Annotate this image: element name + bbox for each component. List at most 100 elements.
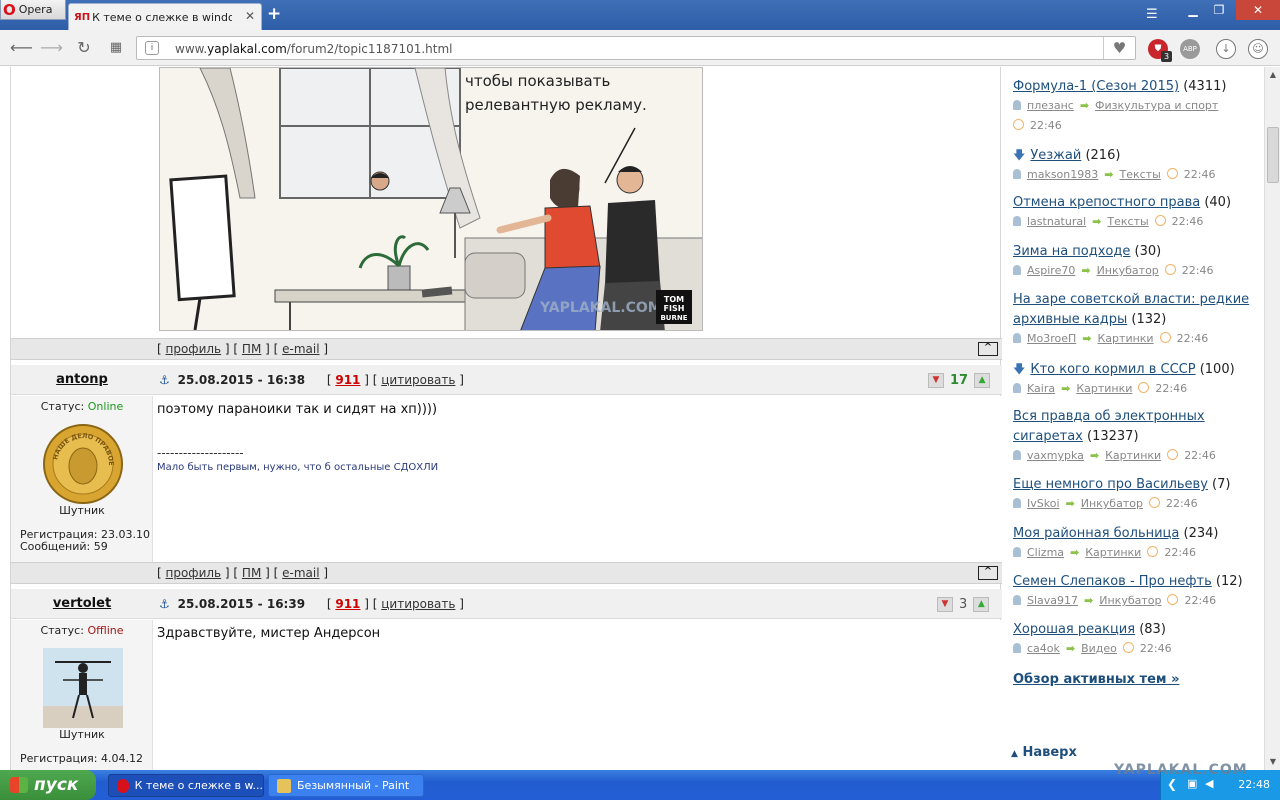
site-info-icon[interactable]: i	[145, 41, 159, 55]
address-bar[interactable]: i www.yaplakal.com/forum2/topic1187101.h…	[136, 36, 1136, 60]
quote-link[interactable]: цитировать	[381, 597, 455, 611]
topic-section-link[interactable]: Тексты	[1119, 168, 1160, 181]
email-link[interactable]: e-mail	[282, 342, 319, 356]
topic-user-link[interactable]: Clizma	[1027, 546, 1064, 559]
topic-link[interactable]: Отмена крепостного права	[1013, 195, 1200, 210]
user-icon	[1013, 216, 1021, 226]
post-rating: ▼ 3 ▲	[937, 595, 990, 613]
forward-arrow-icon[interactable]: ⟶	[40, 38, 63, 58]
topic-user-link[interactable]: vaxmypka	[1027, 449, 1084, 462]
scroll-top-button[interactable]: ^	[978, 342, 998, 356]
avatar[interactable]: НАШЕ ДЕЛО ПРАВОЕ МЫ ПОБЕДИЛИ	[43, 424, 123, 504]
post-footer-links: [ профиль ] [ ПМ ] [ e-mail ]	[157, 566, 329, 580]
topic-section-link[interactable]: Инкубатор	[1081, 497, 1143, 510]
topic-user-link[interactable]: lastnatural	[1027, 215, 1086, 228]
scroll-up-arrow-icon[interactable]: ▲	[1265, 67, 1280, 83]
account-icon[interactable]: ☺	[1248, 39, 1268, 59]
adblock-icon[interactable]: ABP	[1180, 39, 1200, 59]
topic-section-link[interactable]: Тексты	[1107, 215, 1148, 228]
profile-link[interactable]: профиль	[166, 566, 222, 580]
status-label: Статус:	[40, 624, 84, 637]
reload-icon[interactable]: ↻	[74, 38, 94, 58]
topic-section-link[interactable]: Инкубатор	[1099, 594, 1161, 607]
anchor-icon[interactable]: ⚓	[159, 597, 170, 611]
topic-link[interactable]: Хорошая реакция	[1013, 622, 1135, 637]
topic-section-link[interactable]: Инкубатор	[1097, 264, 1159, 277]
topic-user-link[interactable]: Aspire70	[1027, 264, 1075, 277]
tab-close-icon[interactable]: ✕	[245, 9, 255, 23]
tray-volume-icon[interactable]: ◀	[1205, 777, 1213, 790]
page-scrollbar[interactable]: ▲ ▼	[1264, 67, 1280, 770]
topic-section-link[interactable]: Картинки	[1085, 546, 1141, 559]
thumb-down-icon[interactable]: ▼	[937, 596, 953, 612]
email-link[interactable]: e-mail	[282, 566, 319, 580]
tray-network-icon[interactable]: ▣	[1187, 777, 1197, 790]
close-window-button[interactable]: ✕	[1236, 0, 1280, 20]
clock-icon	[1154, 215, 1166, 226]
pm-link[interactable]: ПМ	[242, 566, 261, 580]
topic-user-link[interactable]: Mo3roeП	[1027, 332, 1076, 345]
topic-user-link[interactable]: IvSkoi	[1027, 497, 1060, 510]
topic-section-link[interactable]: Картинки	[1105, 449, 1161, 462]
topic-user-link[interactable]: makson1983	[1027, 168, 1098, 181]
topic-item: Зима на подходе (30) Aspire70 ➡ Инкубатор 2…	[1013, 242, 1253, 282]
scrollbar-thumb[interactable]	[1267, 127, 1279, 183]
user-icon	[1013, 333, 1021, 343]
browser-tab-active[interactable]: ЯП К теме о слежке в windows ✕	[68, 3, 262, 30]
minimize-button[interactable]: ▁	[1182, 0, 1204, 20]
user-status: Статус: Offline	[11, 624, 153, 637]
topic-link[interactable]: Еще немного про Васильеву	[1013, 477, 1208, 492]
download-icon[interactable]: ↓	[1216, 39, 1236, 59]
topic-link[interactable]: Моя районная больница	[1013, 526, 1179, 541]
tray-expand-icon[interactable]: ❮	[1167, 777, 1177, 791]
topic-user-link[interactable]: ca4ok	[1027, 642, 1060, 655]
taskbar-item-opera[interactable]: К теме о слежке в w...	[108, 774, 264, 797]
topic-section-link[interactable]: Картинки	[1098, 332, 1154, 345]
scroll-top-button[interactable]: ^	[978, 566, 998, 580]
tab-menu-icon[interactable]: ☰	[1146, 7, 1158, 22]
pm-link[interactable]: ПМ	[242, 342, 261, 356]
anchor-icon[interactable]: ⚓	[159, 373, 170, 387]
topic-section-link[interactable]: Картинки	[1076, 382, 1132, 395]
topic-user-link[interactable]: плезанс	[1027, 99, 1074, 112]
speed-dial-grid-icon[interactable]: ▦	[106, 38, 126, 58]
topic-link[interactable]: Зима на подходе	[1013, 244, 1130, 259]
topic-user-link[interactable]: Kaira	[1027, 382, 1055, 395]
topic-section-link[interactable]: Физкультура и спорт	[1095, 99, 1218, 112]
tray-clock[interactable]: 22:48	[1238, 778, 1270, 791]
thumb-up-icon[interactable]: ▲	[974, 372, 991, 388]
start-button[interactable]: пуск	[0, 770, 96, 800]
new-tab-button[interactable]: +	[267, 6, 281, 23]
back-arrow-icon[interactable]: ⟵	[10, 38, 33, 58]
scroll-down-arrow-icon[interactable]: ▼	[1265, 754, 1280, 770]
post-number-link[interactable]: 911	[335, 597, 360, 611]
topic-link[interactable]: Формула-1 (Сезон 2015)	[1013, 79, 1179, 94]
profile-link[interactable]: профиль	[166, 342, 222, 356]
post-meta: ⚓ 25.08.2015 - 16:39 [ 911 ] [ цитироват…	[159, 597, 464, 611]
maximize-button[interactable]: ❐	[1208, 0, 1230, 20]
thumb-down-icon[interactable]: ▼	[928, 372, 944, 388]
address-url[interactable]: www.yaplakal.com/forum2/topic1187101.htm…	[175, 42, 453, 56]
post-number-link[interactable]: 911	[335, 373, 360, 387]
clock-icon	[1138, 382, 1150, 393]
comic-caption-line2: релевантную рекламу.	[465, 96, 647, 114]
active-topics-overview-link[interactable]: Обзор активных тем »	[1013, 672, 1179, 687]
opera-menu-button[interactable]: O Opera	[0, 0, 66, 20]
taskbar-item-paint[interactable]: Безымянный - Paint	[268, 774, 424, 797]
comic-watermark: YAPLAKAL.COM	[539, 300, 662, 316]
topic-section-link[interactable]: Видео	[1081, 642, 1117, 655]
topic-user-link[interactable]: Slava917	[1027, 594, 1078, 607]
back-to-top-link[interactable]: ▲ Наверх	[1011, 745, 1077, 760]
topic-link[interactable]: Кто кого кормил в СССР	[1030, 362, 1195, 377]
quote-link[interactable]: цитировать	[381, 373, 455, 387]
topic-link[interactable]: Семен Слепаков - Про нефть	[1013, 574, 1212, 589]
bookmark-heart-icon[interactable]: ♥	[1103, 37, 1135, 59]
post-author[interactable]: vertolet	[11, 596, 153, 611]
post-author[interactable]: antonp	[11, 372, 153, 387]
topic-info: Aspire70 ➡ Инкубатор 22:46	[1013, 262, 1253, 282]
topic-title-row: Семен Слепаков - Про нефть (12)	[1013, 572, 1253, 592]
avatar[interactable]	[43, 648, 123, 728]
topic-count: (13237)	[1087, 429, 1139, 444]
topic-link[interactable]: Уезжай	[1030, 148, 1081, 163]
thumb-up-icon[interactable]: ▲	[973, 596, 990, 612]
